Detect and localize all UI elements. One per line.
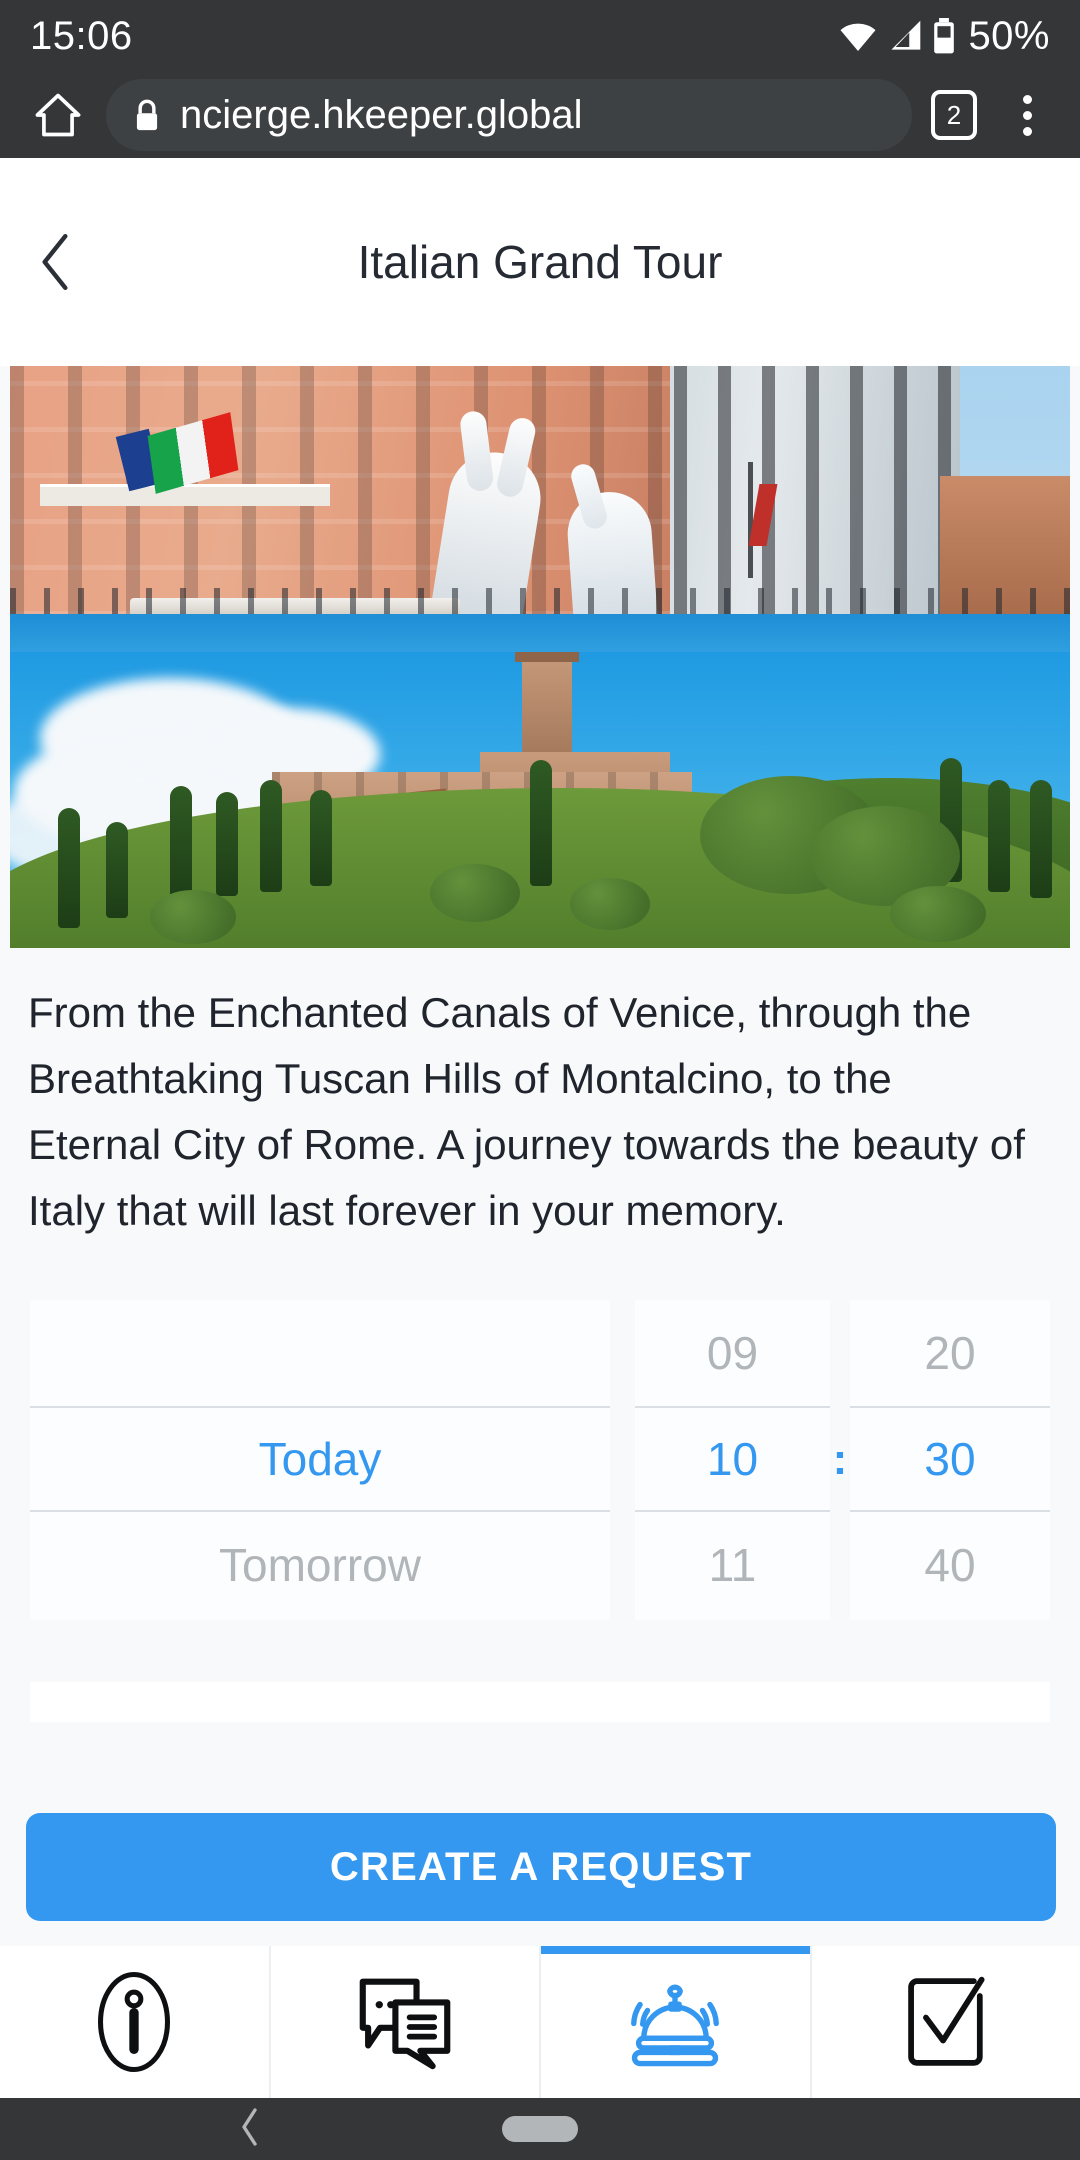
cypress-tree (58, 808, 80, 928)
datetime-picker[interactable]: Today Tomorrow 09 10 11 : 20 30 40 (0, 1300, 1080, 1620)
tab-tasks[interactable] (812, 1946, 1080, 2098)
tour-description: From the Enchanted Canals of Venice, thr… (28, 989, 1025, 1234)
checkbox-check-icon (907, 1976, 985, 2066)
tuscany-shrub (890, 886, 986, 942)
date-option-below[interactable]: Tomorrow (30, 1512, 610, 1618)
date-option-selected[interactable]: Today (30, 1406, 610, 1512)
venice-balcony (40, 484, 330, 506)
home-icon (35, 93, 81, 137)
cypress-tree (988, 780, 1010, 892)
create-request-button[interactable]: CREATE A REQUEST (26, 1813, 1056, 1921)
tuscany-hilltop-village-photo[interactable] (10, 652, 1070, 948)
tuscany-shrub (430, 864, 520, 922)
tab-concierge[interactable] (541, 1946, 812, 2098)
overflow-menu-icon-dot3 (1022, 126, 1032, 136)
cypress-tree (170, 786, 192, 904)
venice-white-palazzo (630, 366, 960, 618)
browser-menu-button[interactable] (990, 72, 1064, 158)
cypress-tree (260, 780, 282, 892)
android-nav-bar (0, 2098, 1080, 2160)
service-bell-icon (631, 1984, 720, 2067)
page-title: Italian Grand Tour (357, 236, 723, 288)
tab-count-label: 2 (946, 100, 962, 130)
cypress-tree (1030, 780, 1052, 898)
hour-wheel[interactable]: 09 10 11 (635, 1300, 830, 1620)
phone-screen: 15:06 50% ncierge.hkeeper.global 2 Itali… (0, 0, 1080, 2160)
hour-option-below[interactable]: 11 (635, 1512, 830, 1618)
lock-icon (136, 99, 158, 131)
picker-bottom-strip (30, 1682, 1050, 1722)
tab-switcher-button[interactable]: 2 (918, 72, 990, 158)
bottom-tab-bar (0, 1946, 1080, 2098)
wifi-icon (840, 23, 876, 51)
hour-option-above[interactable]: 09 (635, 1300, 830, 1406)
url-text: ncierge.hkeeper.global (180, 92, 583, 137)
minute-option-selected[interactable]: 30 (850, 1406, 1050, 1512)
tour-gallery (10, 366, 1070, 948)
venice-grand-canal-photo[interactable] (10, 366, 1070, 652)
date-option-above[interactable] (30, 1300, 610, 1406)
cypress-tree (310, 790, 332, 886)
nav-back-icon (242, 2107, 257, 2146)
cypress-tree (106, 822, 128, 918)
battery-icon (934, 18, 955, 54)
nav-home-pill-icon[interactable] (502, 2116, 578, 2142)
page-header: Italian Grand Tour (0, 158, 1080, 366)
chat-bubbles-icon (359, 1978, 451, 2070)
overflow-menu-icon-dot2 (1022, 110, 1032, 120)
minute-option-above[interactable]: 20 (850, 1300, 1050, 1406)
tab-chat[interactable] (271, 1946, 541, 2098)
status-icons: 50% (838, 14, 1050, 59)
overflow-menu-icon (1022, 94, 1032, 104)
minute-wheel[interactable]: 20 30 40 (850, 1300, 1050, 1620)
home-button[interactable] (16, 72, 100, 158)
url-bar[interactable]: ncierge.hkeeper.global (106, 79, 912, 151)
cellular-signal-icon (891, 20, 921, 50)
time-separator: : (832, 1435, 848, 1484)
cypress-tree (216, 792, 238, 896)
battery-percent-label: 50% (968, 13, 1050, 58)
info-circle-icon (98, 1971, 171, 2073)
venice-canal-water (10, 614, 1070, 652)
browser-toolbar: ncierge.hkeeper.global 2 (0, 72, 1080, 158)
tuscany-shrub (570, 878, 650, 930)
nav-back-button[interactable] (236, 2107, 264, 2152)
tab-count-icon: 2 (931, 90, 977, 140)
status-clock: 15:06 (30, 13, 133, 58)
tuscany-shrub (150, 890, 236, 944)
hour-option-selected[interactable]: 10 (635, 1406, 830, 1512)
android-status-bar: 15:06 50% (0, 0, 1080, 72)
tab-info[interactable] (0, 1946, 271, 2098)
cypress-tree (530, 760, 552, 886)
minute-option-below[interactable]: 40 (850, 1512, 1050, 1618)
date-wheel[interactable]: Today Tomorrow (30, 1300, 610, 1620)
